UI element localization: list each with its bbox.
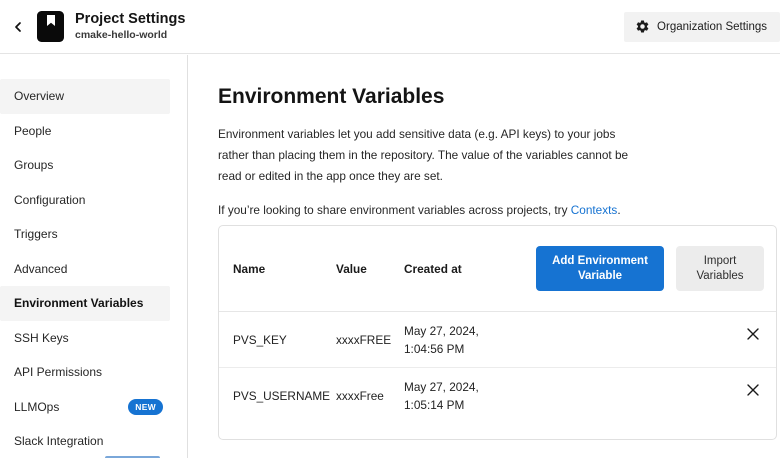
contexts-suffix: . xyxy=(617,203,620,217)
sidebar-item-label: SSH Keys xyxy=(14,331,69,345)
top-bar: Project Settings cmake-hello-world Organ… xyxy=(0,0,780,54)
sidebar-item-label: Overview xyxy=(14,89,64,103)
chevron-left-icon xyxy=(10,19,26,35)
table-header-row: Name Value Created at Add Environment Va… xyxy=(219,226,776,312)
environment-variables-card: Name Value Created at Add Environment Va… xyxy=(218,225,777,440)
sidebar-item-label: Triggers xyxy=(14,227,58,241)
header-title-block: Project Settings cmake-hello-world xyxy=(75,11,185,42)
sidebar-item-label: Configuration xyxy=(14,193,85,207)
description-text: Environment variables let you add sensit… xyxy=(218,124,646,187)
settings-sidebar: Overview People Groups Configuration Tri… xyxy=(0,55,188,458)
main-content: Environment Variables Environment variab… xyxy=(218,55,780,458)
project-name: cmake-hello-world xyxy=(75,29,185,42)
project-bookmark-icon xyxy=(37,11,64,42)
section-heading: Environment Variables xyxy=(218,85,780,109)
new-badge: NEW xyxy=(128,399,163,415)
variable-value: xxxxFREE xyxy=(336,333,404,347)
sidebar-item-label: LLMOps xyxy=(14,400,59,414)
delete-variable-button[interactable] xyxy=(742,323,764,345)
delete-variable-button[interactable] xyxy=(742,379,764,401)
sidebar-item-label: People xyxy=(14,124,51,138)
sidebar-item-label: API Permissions xyxy=(14,365,102,379)
x-close-icon xyxy=(747,328,759,340)
sidebar-item-configuration[interactable]: Configuration xyxy=(0,183,170,218)
gear-icon xyxy=(635,19,650,34)
sidebar-item-api-permissions[interactable]: API Permissions xyxy=(0,355,170,390)
organization-settings-label: Organization Settings xyxy=(657,21,767,33)
sidebar-item-ssh-keys[interactable]: SSH Keys xyxy=(0,321,170,356)
table-row: PVS_KEY xxxxFREE May 27, 2024, 1:04:56 P… xyxy=(219,312,776,368)
sidebar-item-label: Advanced xyxy=(14,262,67,276)
import-variables-button[interactable]: Import Variables xyxy=(676,246,764,291)
sidebar-item-slack-integration[interactable]: Slack Integration xyxy=(0,424,170,459)
column-header-name: Name xyxy=(233,262,336,276)
sidebar-item-triggers[interactable]: Triggers xyxy=(0,217,170,252)
sidebar-item-llmops[interactable]: LLMOps NEW xyxy=(0,390,170,425)
variable-value: xxxxFree xyxy=(336,389,404,403)
sidebar-item-label: Slack Integration xyxy=(14,434,103,448)
variable-name: PVS_USERNAME xyxy=(233,389,336,403)
add-environment-variable-button[interactable]: Add Environment Variable xyxy=(536,246,664,291)
x-close-icon xyxy=(747,384,759,396)
sidebar-item-environment-variables[interactable]: Environment Variables xyxy=(0,286,170,321)
sidebar-item-groups[interactable]: Groups xyxy=(0,148,170,183)
sidebar-item-overview[interactable]: Overview xyxy=(0,79,170,114)
variable-created-at: May 27, 2024, 1:05:14 PM xyxy=(404,378,522,414)
contexts-link[interactable]: Contexts xyxy=(571,203,618,217)
organization-settings-button[interactable]: Organization Settings xyxy=(624,12,780,42)
column-header-value: Value xyxy=(336,262,404,276)
page-title: Project Settings xyxy=(75,11,185,28)
sidebar-item-label: Environment Variables xyxy=(14,296,143,310)
sidebar-item-label: Groups xyxy=(14,158,53,172)
sidebar-item-advanced[interactable]: Advanced xyxy=(0,252,170,287)
sidebar-item-people[interactable]: People xyxy=(0,114,170,149)
variable-name: PVS_KEY xyxy=(233,333,336,347)
column-header-created-at: Created at xyxy=(404,262,522,276)
contexts-prefix: If you’re looking to share environment v… xyxy=(218,203,571,217)
contexts-sentence: If you’re looking to share environment v… xyxy=(218,200,646,221)
table-row: PVS_USERNAME xxxxFree May 27, 2024, 1:05… xyxy=(219,368,776,424)
back-button[interactable] xyxy=(3,12,33,42)
variable-created-at: May 27, 2024, 1:04:56 PM xyxy=(404,322,522,358)
